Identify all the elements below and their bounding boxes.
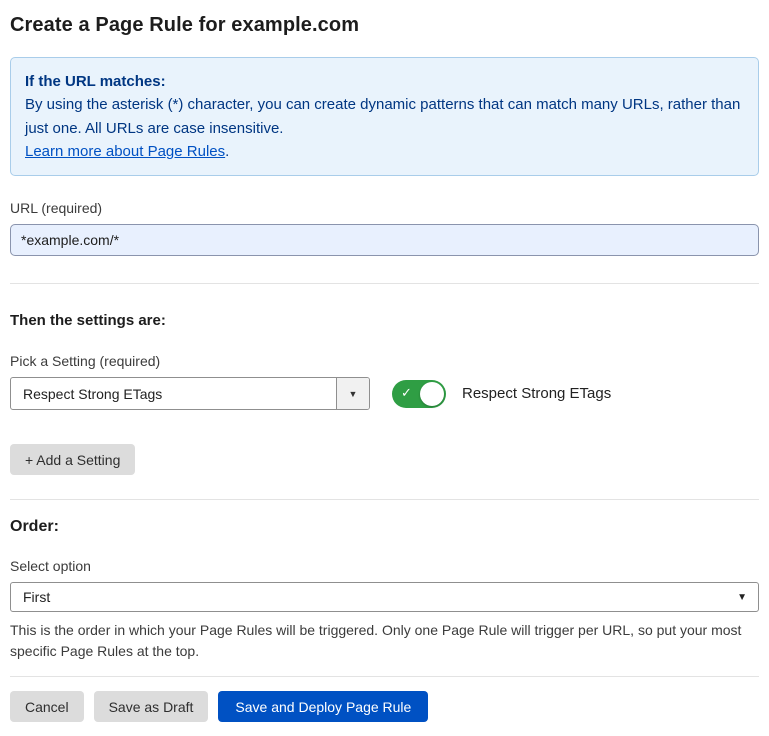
setting-select-value: Respect Strong ETags: [11, 386, 174, 402]
section-divider: [10, 676, 759, 677]
order-select[interactable]: First ▼: [10, 582, 759, 612]
order-select-label: Select option: [10, 558, 759, 574]
url-label: URL (required): [10, 200, 759, 216]
save-draft-button[interactable]: Save as Draft: [94, 691, 209, 722]
order-help-text: This is the order in which your Page Rul…: [10, 620, 750, 662]
chevron-down-icon[interactable]: ▼: [336, 378, 369, 409]
setting-toggle-label: Respect Strong ETags: [462, 385, 611, 402]
save-deploy-button[interactable]: Save and Deploy Page Rule: [218, 691, 428, 722]
info-box-heading: If the URL matches:: [25, 70, 744, 93]
learn-more-link[interactable]: Learn more about Page Rules: [25, 143, 225, 160]
url-input[interactable]: [10, 224, 759, 256]
setting-row: Respect Strong ETags ▼ ✓ Respect Strong …: [10, 377, 759, 410]
chevron-down-icon: ▼: [726, 583, 758, 611]
info-box-body: By using the asterisk (*) character, you…: [25, 93, 744, 140]
order-heading: Order:: [10, 518, 759, 536]
order-select-value: First: [11, 589, 62, 605]
settings-heading: Then the settings are:: [10, 312, 759, 329]
section-divider: [10, 499, 759, 500]
cancel-button[interactable]: Cancel: [10, 691, 84, 722]
form-actions: Cancel Save as Draft Save and Deploy Pag…: [10, 691, 759, 722]
toggle-knob: [420, 382, 444, 406]
chevron-glyph: ▼: [737, 592, 747, 603]
url-match-info-box: If the URL matches: By using the asteris…: [10, 57, 759, 176]
section-divider: [10, 283, 759, 284]
create-page-rule-panel: Create a Page Rule for example.com If th…: [0, 0, 769, 736]
info-box-link-line: Learn more about Page Rules.: [25, 140, 744, 163]
pick-setting-label: Pick a Setting (required): [10, 353, 759, 369]
setting-toggle[interactable]: ✓: [392, 380, 446, 408]
page-title: Create a Page Rule for example.com: [10, 14, 759, 37]
setting-select[interactable]: Respect Strong ETags ▼: [10, 377, 370, 410]
chevron-glyph: ▼: [349, 389, 358, 399]
link-period: .: [225, 143, 229, 160]
setting-toggle-wrap: ✓ Respect Strong ETags: [392, 380, 611, 408]
check-icon: ✓: [401, 385, 412, 402]
add-setting-button[interactable]: + Add a Setting: [10, 444, 135, 475]
